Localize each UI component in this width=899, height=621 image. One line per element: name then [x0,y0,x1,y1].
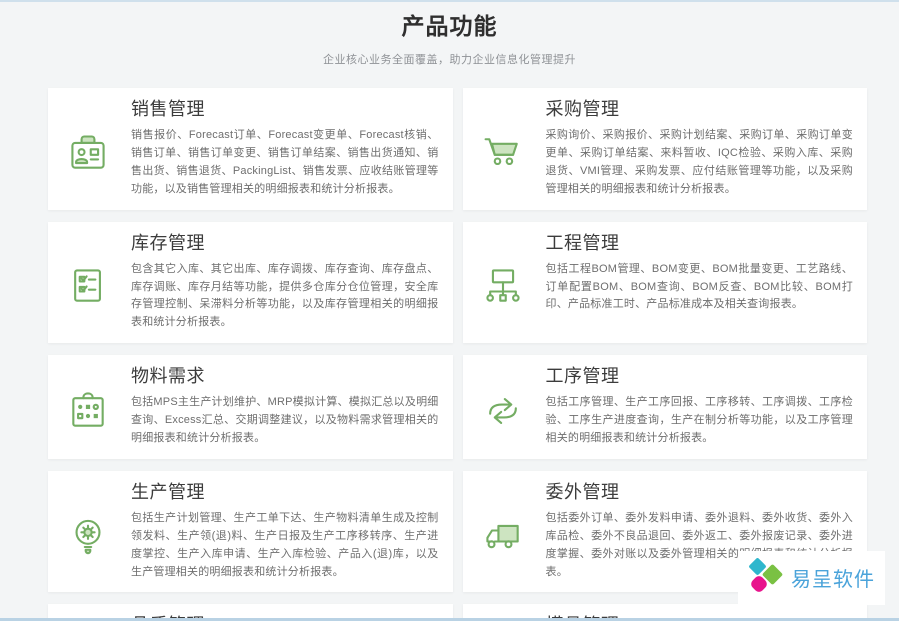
card-title: 销售管理 [131,97,439,121]
card-title: 库存管理 [131,231,439,255]
bulb-gear-icon [65,514,111,558]
card-material-requirements: 物料需求 包括MPS主生产计划维护、MRP模拟计算、模拟汇总以及明细查询、Exc… [48,355,453,459]
card-description: 包括生产计划管理、生产工单下达、生产物料清单生成及控制领发料、生产领(退)料、生… [131,510,439,581]
card-engineering-management: 工程管理 包括工程BOM管理、BOM变更、BOM批量变更、工艺路线、订单配置BO… [463,222,868,344]
card-description: 销售报价、Forecast订单、Forecast变更单、Forecast核销、销… [131,127,439,198]
card-sales-management: 销售管理 销售报价、Forecast订单、Forecast变更单、Forecas… [48,88,453,210]
card-title: 工序管理 [546,364,854,388]
product-features-page: 产品功能 企业核心业务全面覆盖，助力企业信息化管理提升 销售管理 销售报价、Fo… [0,0,899,621]
truck-icon [480,514,526,558]
card-title: 采购管理 [546,97,854,121]
card-title: 物料需求 [131,364,439,388]
card-title: 工程管理 [546,231,854,255]
card-production-management: 生产管理 包括生产计划管理、生产工单下达、生产物料清单生成及控制领发料、生产领(… [48,471,453,593]
top-border-line [0,0,899,2]
card-description: 包括工程BOM管理、BOM变更、BOM批量变更、工艺路线、订单配置BOM、BOM… [546,261,854,314]
vendor-watermark: 易呈软件 [738,551,885,605]
page-header: 产品功能 企业核心业务全面覆盖，助力企业信息化管理提升 [0,0,899,67]
bom-tree-icon [480,264,526,308]
process-flow-icon [480,389,526,433]
page-subtitle: 企业核心业务全面覆盖，助力企业信息化管理提升 [0,51,899,67]
id-badge-icon [65,131,111,175]
page-title: 产品功能 [0,7,899,41]
calendar-icon [65,389,111,433]
card-title: 委外管理 [546,480,854,504]
vendor-logo-icon [750,559,782,595]
card-inventory-management: 库存管理 包含其它入库、其它出库、库存调拨、库存查询、库存盘点、库存调账、库存月… [48,222,453,344]
shopping-cart-icon [480,131,526,175]
card-process-management: 工序管理 包括工序管理、生产工序回报、工序移转、工序调拨、工序检验、工序生产进度… [463,355,868,459]
card-description: 采购询价、采购报价、采购计划结案、采购订单、采购订单变更单、采购订单结案、来料暂… [546,127,854,198]
card-description: 包含其它入库、其它出库、库存调拨、库存查询、库存盘点、库存调账、库存月结等功能，… [131,261,439,332]
checklist-icon [65,264,111,308]
card-purchase-management: 采购管理 采购询价、采购报价、采购计划结案、采购订单、采购订单变更单、采购订单结… [463,88,868,210]
card-title: 生产管理 [131,480,439,504]
card-description: 包括MPS主生产计划维护、MRP模拟计算、模拟汇总以及明细查询、Excess汇总… [131,394,439,447]
feature-grid: 销售管理 销售报价、Forecast订单、Forecast变更单、Forecas… [0,88,899,621]
card-description: 包括工序管理、生产工序回报、工序移转、工序调拨、工序检验、工序生产进度查询，生产… [546,394,854,447]
vendor-name: 易呈软件 [791,563,875,592]
